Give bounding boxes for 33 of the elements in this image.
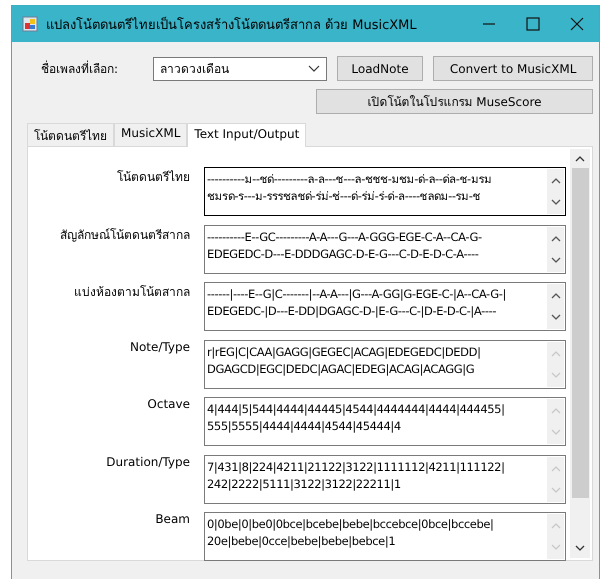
window-title: แปลงโน้ตดนตรีไทยเป็นโครงสร้างโน้ตดนตรีสากล ด้วย MusicXML [46, 16, 418, 34]
text-area[interactable]: ----------ม--ชด่---------ล-ล---ช---ล-ชชช-มชม-ด่-ล--ด่ล-ช-มรม ชมรด-ร---ม-รรรชลชด่-ร่ม่-ช่---ด่-ร่ม่-ร่-ด่-ล----ชลดม--รม-ช [204, 167, 566, 216]
scroll-down-icon[interactable] [575, 545, 585, 552]
scroll-up-icon[interactable] [550, 234, 560, 242]
song-label: ชื่อเพลงที่เลือก: [41, 60, 120, 78]
field-label: Beam [154, 512, 190, 526]
open-musescore-button[interactable]: เปิดโน้ตในโปรแกรม MuseScore [316, 89, 593, 114]
chevron-down-icon [308, 64, 320, 72]
song-dropdown[interactable]: ลาวดวงเดือน [153, 56, 327, 80]
scrollbar[interactable] [570, 149, 590, 558]
field-label: สัญลักษณ์โน้ตดนตรีสากล [59, 226, 190, 244]
scroll-down-icon[interactable] [550, 199, 560, 206]
tab[interactable]: โน้ตดนตรีไทย [27, 123, 114, 146]
convert-button[interactable]: Convert to MusicXML [433, 56, 593, 81]
text-area[interactable]: ------|----E--G|C-------|--A-A---|G---A-GG|G-EGE-C-|A--CA-G-| EDEGEDC-|D---E-DD|DGAGC-D-|E-G---C-|D-E-D-C-|A---- [204, 282, 566, 331]
scroll-up-icon[interactable] [550, 177, 560, 184]
scroll-down-icon[interactable] [550, 314, 560, 321]
scroll-up-icon[interactable] [550, 292, 560, 299]
app-icon [22, 16, 38, 32]
field-label: แบ่งห้องตามโน้ตสากล [73, 284, 190, 301]
load-note-button[interactable]: LoadNote [336, 56, 424, 81]
close-icon[interactable] [570, 17, 584, 31]
scroll-down-icon[interactable] [550, 256, 560, 264]
maximize-icon[interactable] [526, 17, 540, 31]
field-label: โน้ตดนตรีไทย [116, 169, 190, 186]
field-label: Octave [146, 397, 190, 411]
scroll-thumb[interactable] [572, 168, 588, 498]
tab[interactable]: MusicXML [114, 123, 188, 146]
field-label: Note/Type [128, 340, 190, 354]
scroll-up-icon[interactable] [575, 155, 585, 162]
tab[interactable]: Text Input/Output [187, 123, 306, 147]
text-area[interactable]: ----------E--GC---------A-A---G---A-GGG-EGE-C-A--CA-G- EDEGEDC-D---E-DDDGAGC-D-E-G---C-D-E-D-C-A---- [204, 224, 566, 274]
field-label: Duration/Type [105, 454, 190, 468]
